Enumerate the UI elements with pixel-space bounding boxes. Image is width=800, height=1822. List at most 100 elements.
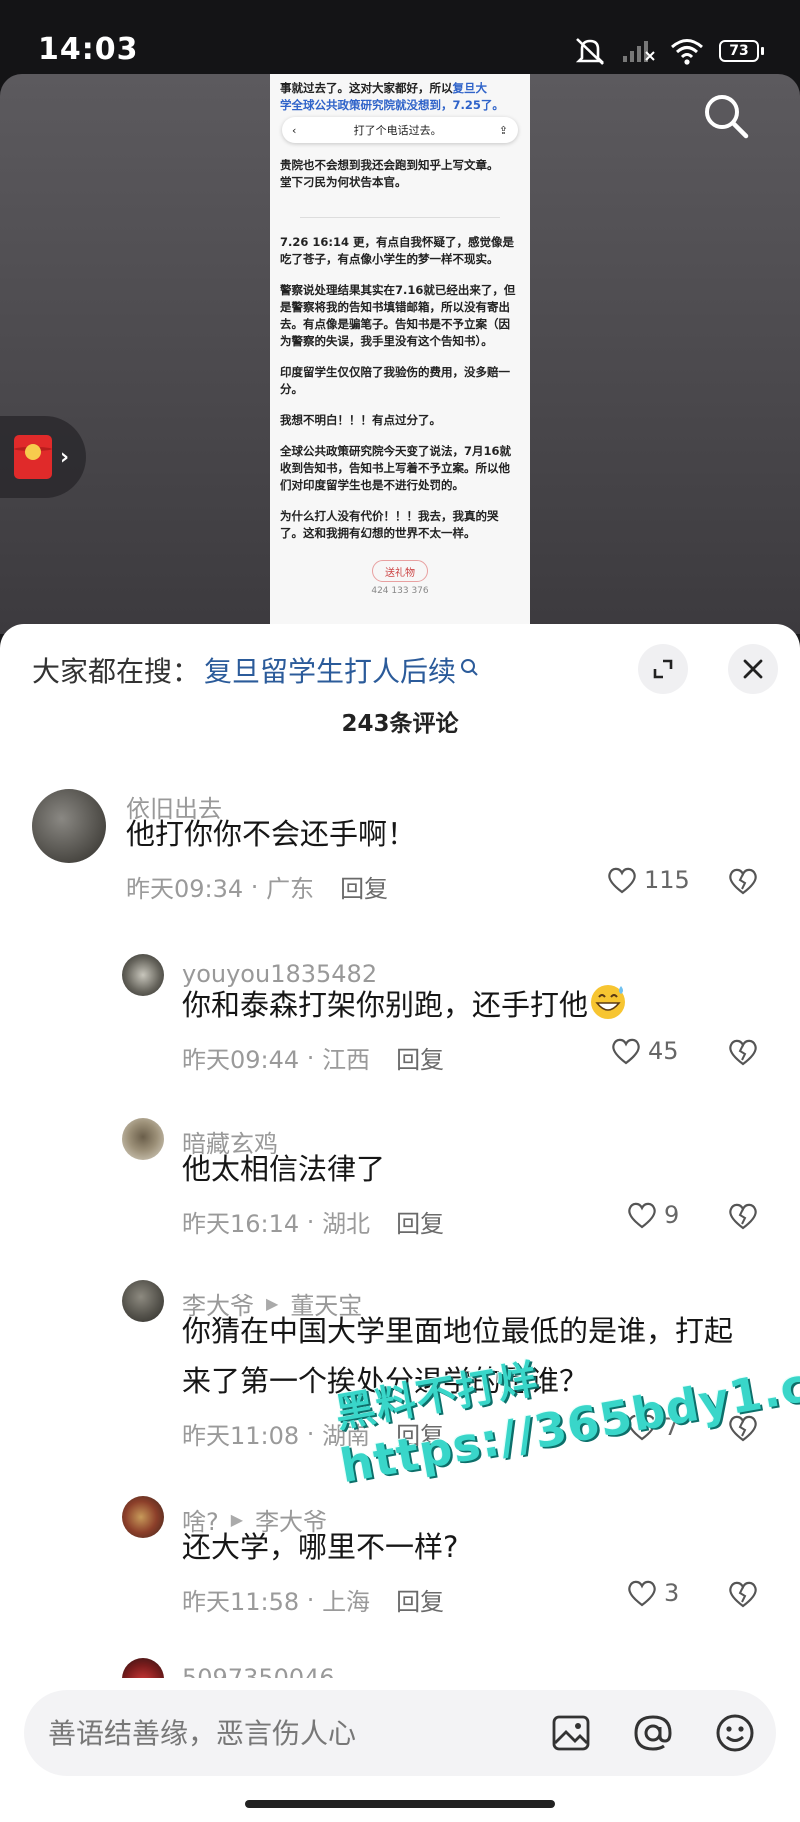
screenshot-text-line: 学全球公共政策研究院就没想到，7.25了。 (280, 98, 504, 112)
comment-meta: 昨天09:44 · 江西 回复 (182, 1040, 444, 1075)
screenshot-bar-text: 打了个电话过去。 (353, 124, 442, 137)
comment-text: 他打你你不会还手啊！ (126, 817, 417, 851)
red-packet-icon (14, 435, 52, 479)
screenshot-text-line: 堂下刁民为何状告本官。 (280, 175, 407, 189)
heart-icon (612, 1038, 640, 1065)
comment-text: 你猜在中国大学里面地位最低的是谁，打起 来了第一个挨处分退学的是谁？ (182, 1314, 734, 1398)
heart-icon (628, 1202, 656, 1229)
avatar[interactable] (122, 1658, 164, 1678)
like-count: 9 (664, 1201, 680, 1229)
comment-region: 广东 (266, 875, 315, 903)
broken-heart-icon[interactable] (726, 865, 760, 897)
chevron-right-icon: › (60, 444, 70, 470)
wifi-icon (671, 39, 703, 65)
reply-button[interactable]: 回复 (340, 869, 388, 904)
screenshot-text-line: 我想不明白！！！有点过分了。 (280, 413, 441, 427)
battery-level: 73 (719, 40, 759, 62)
comment-item: 依旧出去 他打你你不会还手啊！ 昨天09:34 · 广东 回复 115 (0, 789, 800, 929)
screenshot-back-icon: ‹ (292, 123, 297, 137)
heart-icon (628, 1580, 656, 1607)
screenshot-gift-button: 送礼物 (372, 560, 428, 582)
comment-meta: 昨天11:58 · 上海 回复 (182, 1582, 444, 1617)
screenshot-text-line: 印度留学生仅仅陪了我验伤的费用，没多赔一分。 (280, 365, 510, 396)
comment-region: 江西 (322, 1046, 371, 1074)
comment-region: 上海 (322, 1588, 371, 1616)
reply-item: 李大爷 ▶ 董天宝 你猜在中国大学里面地位最低的是谁，打起 来了第一个挨处分退学… (0, 1280, 800, 1460)
like-count: 3 (664, 1579, 680, 1607)
reply-item: 啥? ▶ 李大爷 还大学，哪里不一样? 昨天11:58 · 上海 回复 3 (0, 1496, 800, 1626)
hot-search[interactable]: 大家都在搜： 复旦留学生打人后续 (32, 648, 480, 692)
comment-meta: 昨天11:08 · 湖南 回复 (182, 1416, 444, 1451)
reply-item: 暗藏玄鸡 他太相信法律了 昨天16:14 · 湖北 回复 9 (0, 1118, 800, 1248)
battery-tip (761, 47, 764, 55)
comment-sheet: 大家都在搜： 复旦留学生打人后续 243条评论 依旧出去 他打你你不会还手啊！ … (0, 624, 800, 1822)
like-button[interactable]: 3 (626, 1578, 679, 1608)
screenshot-text-line: 7.26 16:14 更，有点自我怀疑了，感觉像是吃了苍子，有点像小学生的梦一样… (280, 235, 514, 266)
mention-icon[interactable] (632, 1712, 674, 1754)
screenshot-text-line: 事就过去了。这对大家都好，所以复旦大 (280, 81, 488, 95)
hot-search-term[interactable]: 复旦留学生打人后续 (204, 650, 456, 690)
avatar[interactable] (122, 954, 164, 996)
broken-heart-icon[interactable] (726, 1200, 760, 1232)
screenshot-text-line: 警察说处理结果其实在7.16就已经出来了，但是警察将我的告知书填错邮箱，所以没有… (280, 283, 516, 348)
comment-input[interactable] (48, 1690, 548, 1776)
reply-button[interactable]: 回复 (396, 1040, 444, 1075)
close-button[interactable] (728, 644, 778, 694)
like-button[interactable]: 115 (606, 865, 690, 895)
screenshot-link: 复旦大 (452, 81, 488, 95)
avatar[interactable] (122, 1280, 164, 1322)
hot-search-label: 大家都在搜： (32, 655, 201, 688)
broken-heart-icon[interactable] (726, 1578, 760, 1610)
expand-button[interactable] (638, 644, 688, 694)
video-screenshot: 事就过去了。这对大家都好，所以复旦大 学全球公共政策研究院就没想到，7.25了。… (270, 74, 530, 634)
status-time: 14:03 (38, 32, 139, 67)
screenshot-share-icon: ⇪ (498, 123, 508, 137)
home-indicator[interactable] (245, 1800, 555, 1808)
comment-author[interactable]: 5097350046 (182, 1664, 335, 1678)
comment-count: 243条评论 (341, 711, 459, 737)
reply-item: youyou1835482 你和泰森打架你别跑，还手打他 昨天09:44 · 江… (0, 954, 800, 1084)
screenshot-text-line: 贵院也不会想到我还会跑到知乎上写文章。 (280, 158, 499, 172)
comment-input-bar (24, 1690, 776, 1776)
like-count: 115 (644, 866, 690, 894)
battery-indicator: 73 (719, 40, 764, 62)
screenshot-text-line: 全球公共政策研究院今天变了说法，7月16就收到告知书，告知书上写着不予立案。所以… (280, 444, 512, 492)
broken-heart-icon[interactable] (726, 1412, 760, 1444)
comment-time: 昨天11:58 (182, 1588, 300, 1616)
reply-item: 5097350046 (0, 1658, 800, 1678)
screenshot-divider (300, 217, 500, 218)
broken-heart-icon[interactable] (726, 1036, 760, 1068)
like-button[interactable]: 9 (626, 1200, 679, 1230)
emoji-icon[interactable] (714, 1712, 756, 1754)
screenshot-stats: 424 133 376 (371, 586, 429, 596)
reply-button[interactable]: 回复 (396, 1416, 444, 1451)
signal-icon (623, 41, 655, 62)
grinning-sweat-emoji-icon (591, 985, 626, 1019)
like-button[interactable]: 7 (626, 1412, 679, 1442)
like-count: 7 (664, 1413, 680, 1441)
comment-time: 昨天16:14 (182, 1210, 300, 1238)
heart-icon (608, 867, 636, 894)
image-icon[interactable] (550, 1712, 592, 1754)
comment-text: 你和泰森打架你别跑，还手打他 (182, 980, 628, 1030)
comment-text: 他太相信法律了 (182, 1152, 386, 1186)
comment-meta: 昨天09:34 · 广东 回复 (126, 869, 388, 904)
search-icon[interactable] (698, 88, 754, 144)
comment-time: 昨天09:34 (126, 875, 244, 903)
red-packet-button[interactable]: › (0, 416, 86, 498)
screenshot-call-bar: ‹ 打了个电话过去。 ⇪ (282, 117, 518, 143)
avatar[interactable] (122, 1118, 164, 1160)
screenshot-text-line: 为什么打人没有代价！！！我去，我真的哭了。这和我拥有幻想的世界不太一样。 (280, 509, 499, 540)
reply-button[interactable]: 回复 (396, 1582, 444, 1617)
comment-text: 还大学，哪里不一样? (182, 1530, 459, 1564)
status-icons: 73 (573, 36, 764, 66)
mute-icon (575, 38, 605, 65)
comment-region: 湖北 (322, 1210, 371, 1238)
video-player[interactable]: 事就过去了。这对大家都好，所以复旦大 学全球公共政策研究院就没想到，7.25了。… (0, 74, 800, 634)
comment-region: 湖南 (322, 1422, 371, 1450)
reply-button[interactable]: 回复 (396, 1204, 444, 1239)
like-button[interactable]: 45 (610, 1036, 679, 1066)
search-icon (461, 659, 478, 676)
avatar[interactable] (32, 789, 106, 863)
avatar[interactable] (122, 1496, 164, 1538)
